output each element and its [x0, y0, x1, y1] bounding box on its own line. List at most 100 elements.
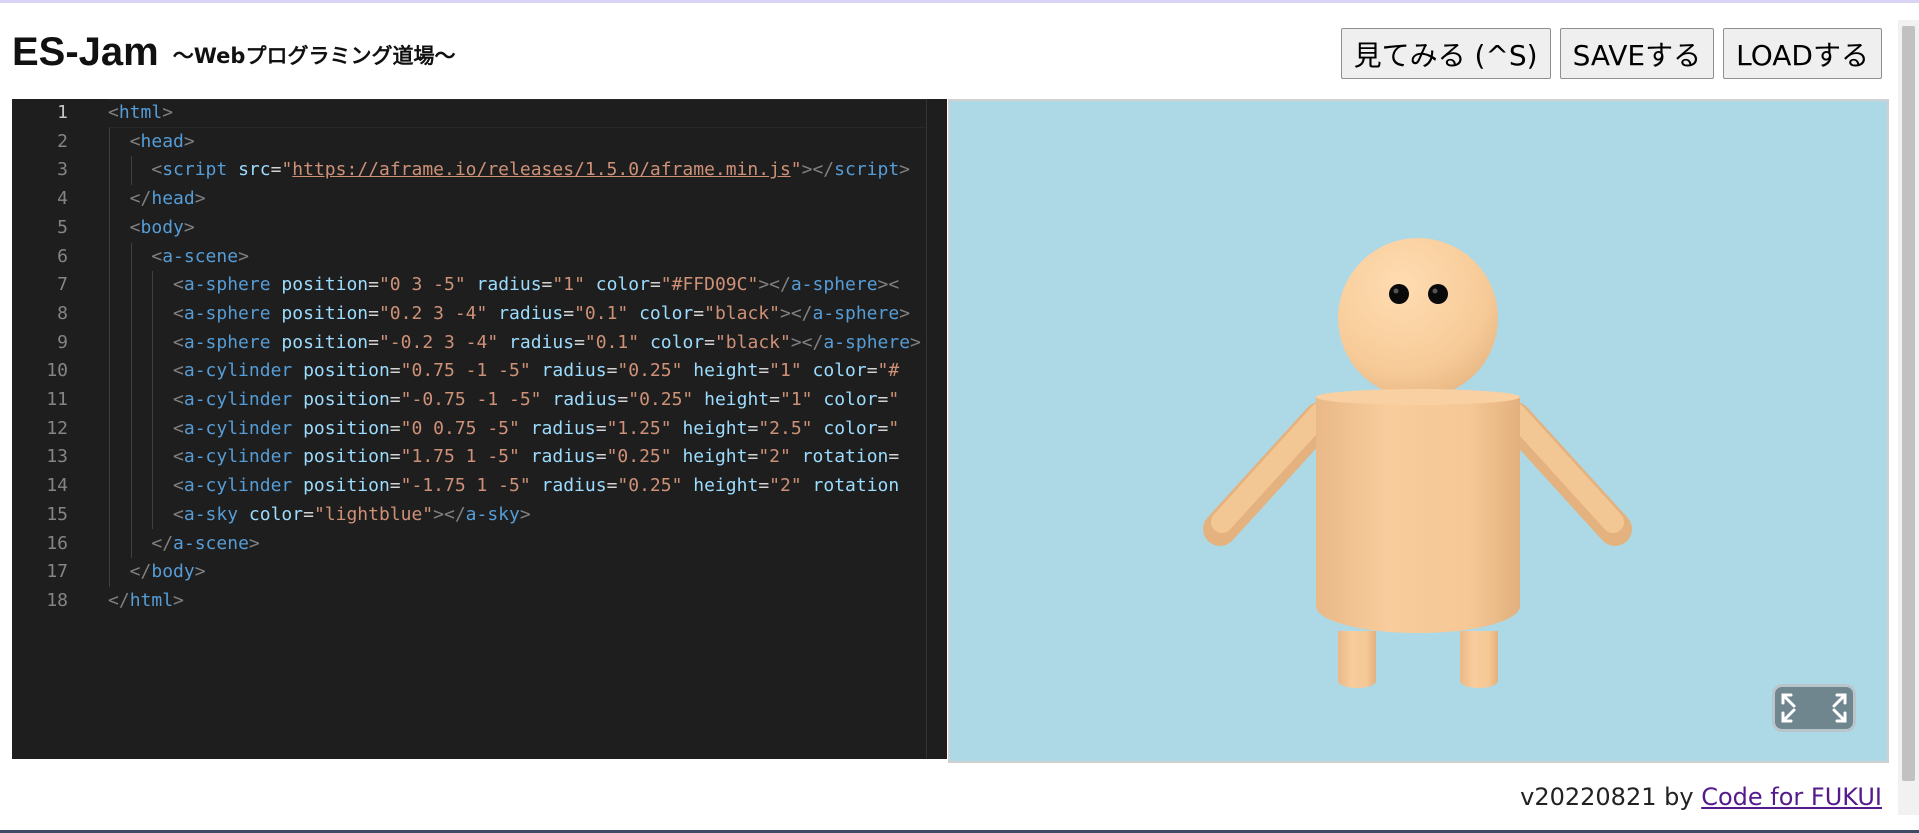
code-token-sp [292, 446, 303, 467]
code-line: <a-cylinder position="-1.75 1 -5" radius… [173, 472, 899, 501]
preview-button[interactable]: 見てみる (^S) [1340, 28, 1551, 79]
code-line: </head> [130, 185, 206, 214]
code-token-attr: height [693, 360, 759, 382]
code-token-str: "0.25" [606, 446, 672, 468]
code-token-br: </ [129, 561, 152, 583]
code-token-str: "2.5" [758, 417, 813, 439]
line-number: 14 [46, 475, 68, 497]
code-token-br: >< [877, 274, 900, 296]
code-token-eq: = [595, 417, 607, 439]
code-token-eq: = [693, 302, 705, 324]
code-token-tag: a-cylinder [183, 389, 293, 410]
code-token-tag: a-cylinder [183, 475, 293, 497]
code-token-attr: position [303, 417, 390, 439]
code-token-url[interactable]: https://aframe.io/releases/1.5.0/aframe.… [292, 159, 791, 180]
line-number: 9 [57, 331, 68, 353]
line-number-gutter: 1 2 3 4 5 6 7 8 9 10 11 12 13 14 15 16 17 18 [12, 99, 82, 759]
code-token-str: "#FFD09C" [660, 274, 759, 296]
code-token-br: < [151, 159, 163, 181]
code-token-sp [531, 360, 542, 381]
code-token-attr: rotation [812, 475, 900, 497]
code-token-attr: height [693, 475, 759, 497]
page-scrollbar-thumb[interactable] [1902, 26, 1915, 781]
right-leg [1460, 631, 1498, 688]
code-token-eq: = [769, 389, 780, 410]
preview-pane[interactable] [948, 99, 1889, 763]
code-line: <script src= "https://aframe.io/releases/… [151, 156, 910, 185]
code-token-sp [292, 360, 303, 381]
code-token-eq: = [758, 475, 770, 497]
page-scrollbar[interactable] [1898, 20, 1919, 815]
code-token-attr: color [823, 417, 878, 439]
code-token-br: > [183, 130, 195, 152]
fullscreen-button[interactable] [1772, 684, 1856, 732]
code-token-sp [520, 418, 531, 439]
code-token-sp [682, 475, 693, 496]
code-token-attr: position [303, 360, 390, 382]
line-number: 12 [46, 417, 68, 439]
version-text: v20220821 by [1520, 783, 1702, 811]
code-token-sp [628, 303, 639, 324]
line-number: 4 [57, 188, 68, 210]
code-token-attr: color [812, 360, 867, 382]
code-token-attr: position [303, 475, 390, 497]
code-token-eq: = [389, 360, 401, 382]
code-token-br: > [899, 159, 911, 181]
code-token-sp [498, 332, 509, 353]
code-area[interactable]: <html> <head> <script src="https://aframe.… [108, 99, 947, 759]
code-token-br: > [899, 302, 911, 324]
load-button[interactable]: LOADする [1723, 28, 1882, 79]
code-token-tag: a-cylinder [183, 446, 293, 468]
code-token-eq: = [270, 159, 282, 181]
code-token-br: ></ [758, 274, 791, 296]
code-line: <a-cylinder position="0 0.75 -5" radius=… [173, 415, 899, 444]
code-token-sp [813, 389, 824, 410]
code-token-eq: = [574, 331, 585, 353]
code-token-sp [791, 446, 802, 467]
code-editor[interactable]: 1 2 3 4 5 6 7 8 9 10 11 12 13 14 15 16 17 18 <html> <head>… [12, 99, 947, 759]
code-token-str: " [888, 417, 900, 439]
code-token-attr: radius [509, 331, 575, 353]
code-token-br: ></ [433, 503, 466, 525]
save-button[interactable]: SAVEする [1559, 28, 1715, 79]
code-token-str: "1.25" [606, 417, 672, 439]
code-token-br: > [248, 532, 260, 554]
code-token-attr: rotation [801, 446, 889, 468]
line-number: 2 [57, 130, 68, 152]
code-token-br: < [173, 274, 184, 296]
code-token-sp [693, 389, 704, 410]
code-token-br: < [173, 417, 184, 439]
code-token-attr: radius [530, 446, 596, 468]
toolbar: 見てみる (^S) SAVEする LOADする [1340, 28, 1882, 79]
code-token-attr: position [281, 331, 369, 353]
code-token-tag: a-sphere [183, 302, 271, 324]
code-token-eq: = [866, 360, 878, 382]
code-token-str: "1" [780, 389, 813, 410]
code-token-eq: = [747, 446, 759, 468]
fullscreen-icon [1781, 693, 1847, 723]
code-token-br: < [173, 360, 184, 382]
code-token-sp [487, 303, 498, 324]
code-token-eq: = [888, 446, 900, 468]
code-token-tag: html [129, 589, 174, 611]
code-token-str: " [790, 159, 802, 181]
code-line: <a-cylinder position="0.75 -1 -5" radius… [173, 357, 899, 386]
line-number: 11 [46, 389, 68, 410]
line-number: 5 [57, 216, 68, 238]
code-for-fukui-link[interactable]: Code for FUKUI [1701, 783, 1882, 811]
editor-scrollbar[interactable] [926, 99, 947, 759]
code-token-br: </ [108, 589, 130, 611]
code-token-attr: position [281, 302, 369, 324]
code-token-eq: = [617, 389, 629, 410]
top-accent-line [0, 0, 1919, 3]
indent-guide [130, 242, 132, 559]
code-token-sp [227, 159, 238, 180]
code-token-attr: color [595, 274, 650, 296]
code-token-tag: script [162, 159, 228, 181]
code-token-tag: a-sphere [812, 302, 900, 324]
scene-canvas[interactable] [950, 101, 1887, 761]
code-token-attr: src [238, 159, 271, 181]
app-title: ES-Jam [12, 29, 159, 74]
code-token-eq: = [389, 475, 401, 497]
code-line: <body> [130, 214, 195, 243]
